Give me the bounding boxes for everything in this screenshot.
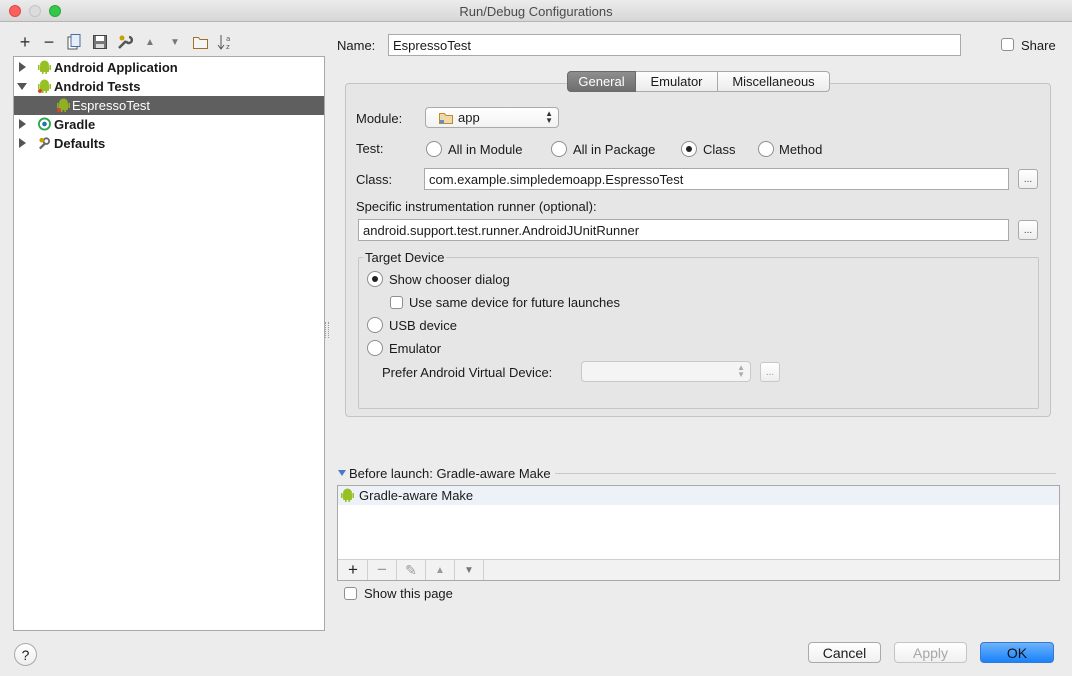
runner-label: Specific instrumentation runner (optiona… — [356, 199, 597, 214]
module-value: app — [458, 110, 480, 125]
separator — [555, 473, 1056, 474]
module-dropdown[interactable]: app ▲ ▼ — [425, 107, 559, 128]
expand-arrow-icon[interactable] — [19, 138, 26, 148]
tree-item-gradle[interactable]: Gradle — [14, 115, 324, 134]
same-device-label: Use same device for future launches — [409, 295, 620, 310]
move-up-button[interactable]: ▲ — [141, 33, 159, 51]
title-bar: Run/Debug Configurations — [0, 0, 1072, 22]
tree-item-label: Gradle — [54, 117, 96, 132]
module-folder-icon — [439, 112, 453, 124]
test-radio-all-in-module[interactable] — [426, 141, 442, 157]
prefer-avd-label: Prefer Android Virtual Device: — [382, 365, 553, 380]
splitter-handle[interactable] — [325, 322, 329, 338]
configuration-tree[interactable]: Android Application Android Tests Espres… — [13, 56, 325, 631]
test-radio-class[interactable] — [681, 141, 697, 157]
test-label: Test: — [356, 141, 384, 156]
tab-miscellaneous[interactable]: Miscellaneous — [718, 71, 830, 92]
module-label: Module: — [356, 111, 403, 126]
show-page-checkbox[interactable] — [344, 587, 357, 600]
test-radio-method[interactable] — [758, 141, 774, 157]
window-title: Run/Debug Configurations — [459, 4, 613, 19]
move-task-down-button[interactable]: ▼ — [455, 560, 484, 580]
svg-text:a: a — [226, 35, 230, 43]
usb-device-label: USB device — [389, 318, 457, 333]
show-page-label: Show this page — [364, 586, 453, 601]
test-option-label: All in Package — [573, 142, 656, 157]
expand-arrow-icon[interactable] — [19, 62, 26, 72]
runner-browse-button[interactable]: ... — [1018, 220, 1038, 240]
name-label: Name: — [337, 38, 376, 53]
tree-item-android-application[interactable]: Android Application — [14, 58, 324, 77]
tree-item-label: EspressoTest — [72, 98, 151, 113]
share-label: Share — [1021, 38, 1056, 53]
apply-button[interactable]: Apply — [894, 642, 967, 663]
wrench-icon[interactable] — [116, 33, 134, 51]
test-option-label: Method — [779, 142, 823, 157]
collapse-triangle-icon[interactable] — [338, 470, 346, 476]
class-field[interactable]: com.example.simpledemoapp.EspressoTest — [424, 168, 1009, 190]
prefer-avd-dropdown[interactable]: ▲ ▼ — [581, 361, 751, 382]
tab-general[interactable]: General — [567, 71, 636, 92]
expand-arrow-icon[interactable] — [19, 119, 26, 129]
android-icon — [38, 60, 51, 74]
ok-button[interactable]: OK — [980, 642, 1054, 663]
svg-text:z: z — [226, 43, 230, 51]
help-button[interactable]: ? — [14, 643, 37, 666]
target-device-title: Target Device — [363, 250, 447, 265]
list-item[interactable]: Gradle-aware Make — [338, 486, 1059, 505]
tree-item-android-tests[interactable]: Android Tests — [14, 77, 324, 96]
android-test-icon — [57, 98, 70, 112]
folder-icon[interactable] — [191, 33, 209, 51]
test-radio-all-in-package[interactable] — [551, 141, 567, 157]
class-browse-button[interactable]: ... — [1018, 169, 1038, 189]
move-down-button[interactable]: ▼ — [166, 33, 184, 51]
name-field[interactable]: EspressoTest — [388, 34, 961, 56]
class-label: Class: — [356, 172, 393, 187]
test-option-label: Class — [703, 142, 736, 157]
gradle-icon — [38, 117, 51, 131]
sort-icon[interactable]: az — [216, 33, 234, 51]
runner-field[interactable]: android.support.test.runner.AndroidJUnit… — [358, 219, 1009, 241]
pencil-icon[interactable]: ✎ — [397, 560, 426, 580]
remove-task-button[interactable]: − — [368, 560, 397, 580]
same-device-checkbox[interactable] — [390, 296, 403, 309]
updown-arrows-icon: ▲ ▼ — [737, 363, 745, 379]
save-icon[interactable] — [91, 33, 109, 51]
before-launch-title: Before launch: Gradle-aware Make — [349, 466, 551, 481]
android-icon — [341, 488, 354, 502]
cancel-button[interactable]: Cancel — [808, 642, 881, 663]
add-task-button[interactable]: + — [339, 560, 368, 580]
remove-configuration-button[interactable]: − — [40, 32, 58, 52]
wrench-icon — [39, 137, 51, 150]
copy-icon[interactable] — [65, 33, 83, 51]
test-option-label: All in Module — [448, 142, 523, 157]
collapse-arrow-icon[interactable] — [17, 83, 27, 90]
prefer-avd-browse-button[interactable]: ... — [760, 362, 780, 382]
android-test-icon — [38, 79, 51, 93]
tree-item-espressotest[interactable]: EspressoTest — [14, 96, 324, 115]
add-configuration-button[interactable]: + — [16, 32, 34, 52]
tree-item-label: Android Application — [54, 60, 178, 75]
tree-item-label: Android Tests — [54, 79, 141, 94]
tree-item-label: Defaults — [54, 136, 106, 151]
usb-device-radio[interactable] — [367, 317, 383, 333]
list-item-label: Gradle-aware Make — [359, 488, 474, 503]
show-chooser-label: Show chooser dialog — [389, 272, 510, 287]
show-chooser-radio[interactable] — [367, 271, 383, 287]
emulator-radio[interactable] — [367, 340, 383, 356]
emulator-label: Emulator — [389, 341, 442, 356]
tree-item-defaults[interactable]: Defaults — [14, 134, 324, 153]
tab-emulator[interactable]: Emulator — [636, 71, 718, 92]
share-checkbox[interactable] — [1001, 38, 1014, 51]
updown-arrows-icon: ▲ ▼ — [545, 109, 553, 125]
move-task-up-button[interactable]: ▲ — [426, 560, 455, 580]
